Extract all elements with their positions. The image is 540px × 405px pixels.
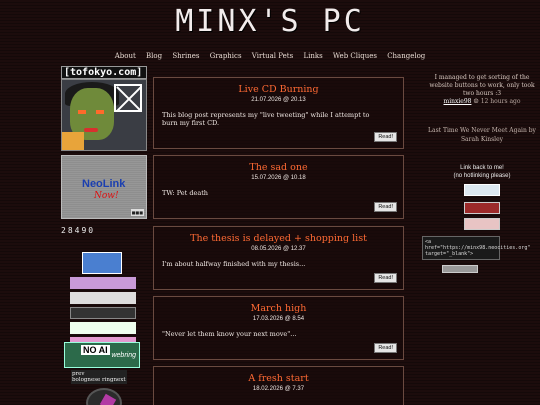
neolink-banner[interactable]: NeoLink Now! ■■■ (61, 155, 147, 219)
post-date: 08.05.2026 @ 12.37 (251, 246, 306, 252)
no-ai-logo: NO AI (81, 345, 110, 355)
post-title[interactable]: A fresh start (162, 373, 395, 384)
site-label[interactable]: [tofokyo.com] (61, 66, 147, 79)
blog-post: Live CD Burning 21.07.2026 @ 20.13 This … (153, 77, 404, 149)
smiley-icon: ☺ (473, 98, 479, 105)
bolognese-ring[interactable]: prev bolognese ringnext (71, 370, 127, 384)
nav-web-cliques[interactable]: Web Cliques (333, 52, 377, 60)
read-button[interactable]: Read! (374, 343, 397, 353)
post-date: 15.07.2026 @ 10.18 (251, 175, 306, 181)
status-text: I managed to get sorting of the website … (429, 74, 535, 97)
site-button-pink[interactable] (464, 218, 500, 230)
site-button-alt[interactable] (464, 202, 500, 214)
link-back-code[interactable]: <a href="https://minx98.neocities.org" t… (422, 236, 530, 260)
post-excerpt: TW: Pet death (162, 189, 208, 197)
avatar-eye-right (96, 110, 104, 114)
badge-column (64, 252, 146, 352)
status-ago: 12 hours ago (480, 98, 521, 105)
site-button-88x31[interactable] (464, 184, 500, 196)
site-title: MINX'S PC (175, 4, 365, 39)
right-sidebar: I managed to get sorting of the website … (422, 74, 540, 273)
neolink-button[interactable]: ■■■ (130, 209, 144, 216)
left-sidebar: [tofokyo.com] NeoLink Now! ■■■ 28490 (61, 66, 147, 235)
read-button[interactable]: Read! (374, 132, 397, 142)
post-date: 17.03.2026 @ 8.54 (252, 316, 305, 322)
avatar-image (61, 79, 147, 151)
post-excerpt: "Never let them know your next move"... (162, 330, 297, 338)
nav-changelog[interactable]: Changelog (387, 52, 425, 60)
nav-about[interactable]: About (115, 52, 136, 60)
hit-counter: 28490 (61, 226, 96, 235)
light-badge[interactable] (70, 322, 136, 334)
read-button[interactable]: Read! (374, 202, 397, 212)
blog-post: A fresh start 18.02.2026 @ 7.37 (153, 366, 404, 405)
pink-badge[interactable] (70, 277, 136, 289)
now-playing: Last Time We Never Meet Again by Sarah K… (428, 127, 536, 143)
nav-shrines[interactable]: Shrines (172, 52, 199, 60)
post-title[interactable]: March high (162, 303, 395, 314)
blog-post: March high 17.03.2026 @ 8.54 "Never let … (153, 296, 404, 360)
nav-graphics[interactable]: Graphics (210, 52, 242, 60)
post-date: 21.07.2026 @ 20.13 (251, 97, 306, 103)
avatar-hand (62, 132, 84, 150)
avatar-eye-left (78, 110, 86, 114)
link-back-title: Link back to me! (no hotlinking please) (424, 164, 540, 180)
blog-post: The sad one 15.07.2026 @ 10.18 TW: Pet d… (153, 155, 404, 219)
nav-links[interactable]: Links (303, 52, 322, 60)
webring-badge[interactable] (82, 252, 122, 274)
read-button[interactable]: Read! (374, 273, 397, 283)
blog-post: The thesis is delayed + shopping list 08… (153, 226, 404, 290)
webring-label: webring (111, 352, 136, 359)
link-back-heading: Link back to me! (460, 165, 504, 171)
small-counter (442, 265, 478, 273)
post-date: 18.02.2026 @ 7.37 (252, 386, 305, 392)
no-ai-webring[interactable]: NO AI webring (64, 342, 140, 368)
crossed-box-icon (114, 84, 142, 112)
post-title[interactable]: Live CD Burning (162, 84, 395, 95)
avatar-lips (84, 128, 98, 132)
post-excerpt: This blog post represents my "live tweet… (162, 111, 370, 127)
link-back-note: (no hotlinking please) (453, 173, 511, 179)
status-user[interactable]: minxie98 (444, 98, 472, 105)
main-nav: About Blog Shrines Graphics Virtual Pets… (0, 52, 540, 60)
nav-virtual-pets[interactable]: Virtual Pets (252, 52, 293, 60)
neolink-title: NeoLink (82, 178, 126, 190)
post-title[interactable]: The thesis is delayed + shopping list (162, 233, 395, 244)
nav-blog[interactable]: Blog (146, 52, 162, 60)
status-update: I managed to get sorting of the website … (424, 74, 540, 106)
disc-icon (86, 388, 122, 405)
post-excerpt: I'm about halfway finished with my thesi… (162, 260, 306, 268)
dark-badge[interactable] (70, 307, 136, 319)
white-badge[interactable] (70, 292, 136, 304)
post-title[interactable]: The sad one (162, 162, 395, 173)
neolink-subtitle: Now! (94, 191, 119, 201)
